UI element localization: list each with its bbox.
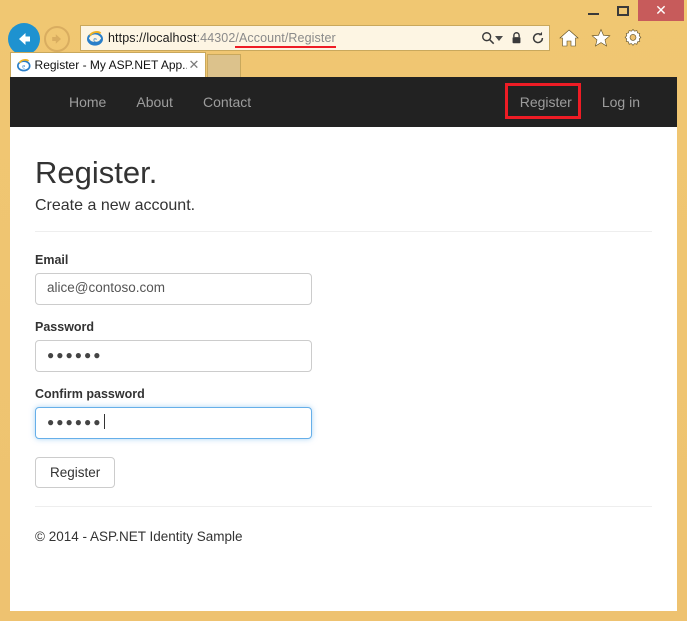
url-host: localhost	[146, 31, 197, 45]
tab-strip: e Register - My ASP.NET App... ✕	[10, 52, 677, 77]
tab-title: Register - My ASP.NET App...	[34, 58, 187, 72]
address-bar[interactable]: e https://localhost:44302/Account/Regist…	[80, 25, 550, 51]
search-icon	[482, 32, 495, 45]
confirm-password-input[interactable]: ●●●●●●	[35, 407, 312, 439]
close-window-button[interactable]: ✕	[638, 0, 684, 21]
url-port: :44302	[196, 31, 236, 45]
field-group-email: Email alice@contoso.com	[35, 252, 652, 305]
password-masked-value: ●●●●●●	[47, 348, 103, 362]
close-icon: ✕	[655, 2, 667, 19]
page-content: Register. Create a new account. Email al…	[10, 127, 677, 547]
register-form: Email alice@contoso.com Password ●●●●●● …	[35, 252, 652, 488]
svg-text:e: e	[93, 35, 97, 44]
nav-links-left: Home About Contact	[54, 77, 266, 127]
home-button[interactable]	[556, 25, 582, 51]
security-lock-button[interactable]	[505, 26, 527, 50]
page-subtitle: Create a new account.	[35, 197, 196, 214]
email-label: Email	[35, 253, 69, 267]
password-label: Password	[35, 320, 95, 334]
nav-link-about[interactable]: About	[121, 77, 188, 127]
minimize-icon	[587, 13, 599, 15]
nav-link-contact[interactable]: Contact	[188, 77, 266, 127]
refresh-button[interactable]	[527, 26, 549, 50]
minimize-button[interactable]	[578, 0, 608, 21]
footer-copyright: © 2014 - ASP.NET Identity Sample	[35, 529, 243, 544]
svg-text:e: e	[22, 63, 25, 70]
url-text[interactable]: https://localhost:44302/Account/Register	[108, 26, 477, 50]
nav-register-wrapper: Register	[504, 77, 587, 127]
ie-logo-icon: e	[87, 30, 103, 46]
email-input[interactable]: alice@contoso.com	[35, 273, 312, 305]
maximize-icon	[617, 5, 629, 16]
tab-close-button[interactable]: ✕	[187, 58, 201, 73]
password-input[interactable]: ●●●●●●	[35, 340, 312, 372]
browser-toolbar	[556, 25, 681, 51]
page-title: Register.	[35, 155, 158, 190]
lock-icon	[512, 32, 520, 44]
content-divider-top	[35, 231, 652, 232]
back-button[interactable]	[8, 23, 40, 55]
nav-links-right: Register Log in	[504, 77, 655, 127]
navigation-buttons	[6, 22, 80, 56]
ie-logo-icon: e	[17, 59, 31, 72]
confirm-password-label: Confirm password	[35, 387, 145, 401]
favorites-button[interactable]	[588, 25, 614, 51]
nav-link-register[interactable]: Register	[505, 94, 587, 110]
url-path-highlight: /Account/Register	[235, 31, 336, 48]
home-icon	[559, 29, 579, 47]
title-bar: ✕	[0, 0, 687, 22]
url-scheme: https://	[108, 31, 147, 45]
forward-button[interactable]	[44, 26, 70, 52]
tools-button[interactable]	[620, 25, 646, 51]
browser-tab-register[interactable]: e Register - My ASP.NET App... ✕	[10, 52, 206, 77]
gear-icon	[624, 29, 642, 46]
page-viewport: Home About Contact Register Log in Regis…	[10, 77, 677, 611]
star-icon	[591, 28, 611, 47]
browser-window: ✕ e https://localhost:44302/Account/Regi…	[0, 0, 687, 621]
maximize-button[interactable]	[608, 0, 638, 21]
confirm-password-masked-value: ●●●●●●	[47, 415, 103, 429]
chevron-down-icon[interactable]	[495, 35, 503, 41]
site-navbar: Home About Contact Register Log in	[10, 77, 677, 127]
nav-link-home[interactable]: Home	[54, 77, 121, 127]
register-submit-button[interactable]: Register	[35, 457, 116, 488]
field-group-password: Password ●●●●●●	[35, 319, 652, 372]
back-arrow-icon	[19, 33, 30, 45]
content-divider-bottom	[35, 506, 652, 507]
text-caret	[103, 414, 105, 429]
refresh-icon	[532, 31, 544, 44]
new-tab-button[interactable]	[207, 54, 241, 77]
forward-arrow-icon	[52, 34, 61, 44]
nav-link-login[interactable]: Log in	[587, 77, 655, 127]
field-group-confirm-password: Confirm password ●●●●●●	[35, 386, 652, 439]
page-footer: © 2014 - ASP.NET Identity Sample	[35, 506, 652, 547]
